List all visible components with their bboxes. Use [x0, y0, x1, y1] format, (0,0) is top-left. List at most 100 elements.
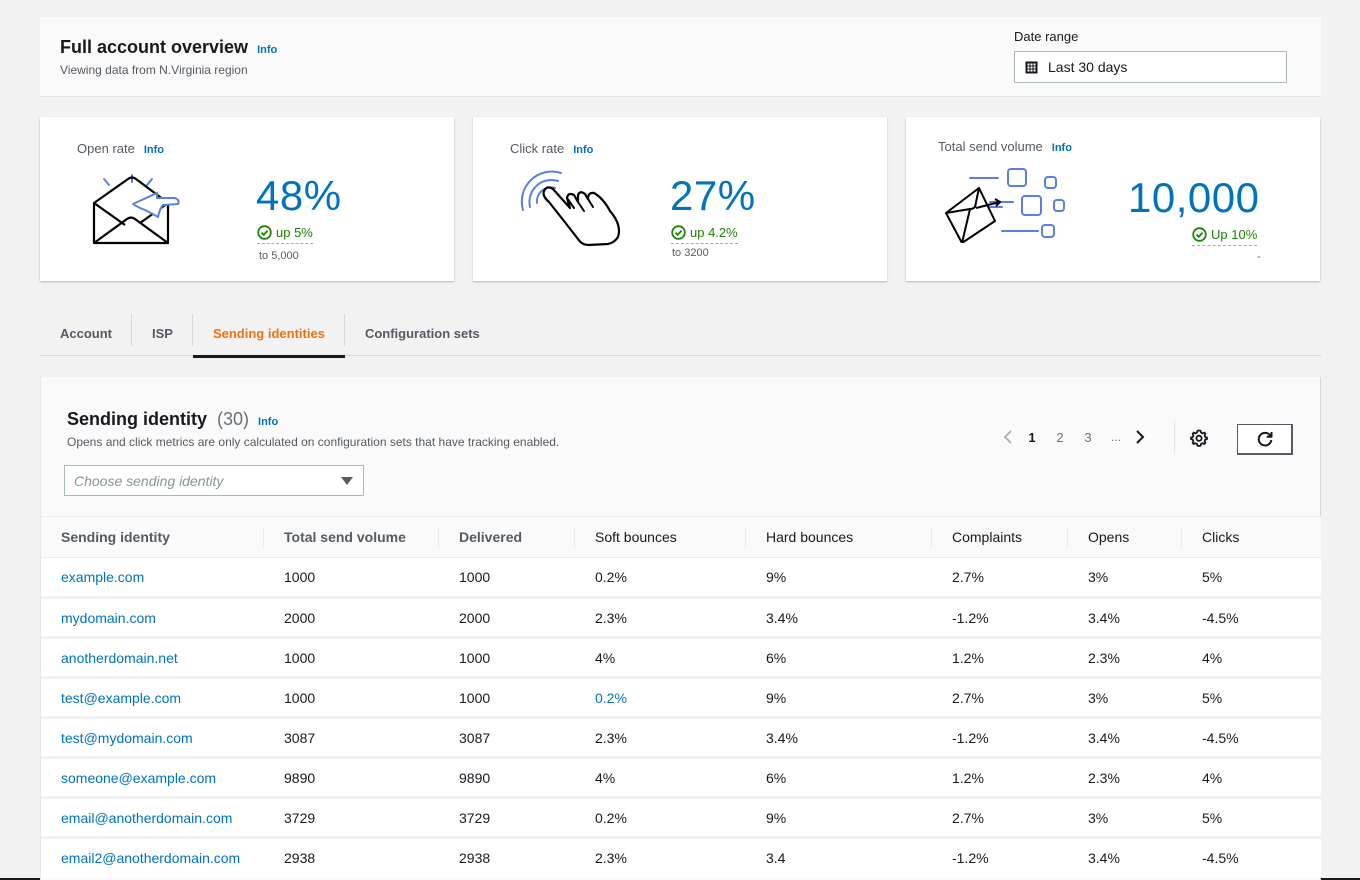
identity-link[interactable]: email2@anotherdomain.com	[41, 837, 264, 878]
panel-description: Opens and click metrics are only calcula…	[67, 435, 560, 449]
tab-bar: Account ISP Sending identities Configura…	[40, 311, 1321, 358]
panel-info-link[interactable]: Info	[258, 416, 278, 428]
page-3-button[interactable]: 3	[1074, 430, 1102, 445]
soft-bounces-cell: 0.2%	[575, 557, 746, 599]
page-title-row: Full account overview Info	[60, 37, 277, 58]
hard-bounces-cell: 6%	[746, 637, 932, 679]
gear-icon[interactable]	[1189, 428, 1209, 448]
date-range-value: Last 30 days	[1048, 59, 1128, 75]
opens-cell: 3%	[1068, 797, 1182, 839]
delivered-cell: 1000	[439, 677, 575, 719]
delivered-cell: 3729	[439, 797, 575, 839]
complaints-cell: 2.7%	[932, 557, 1068, 599]
soft-bounces-cell: 2.3%	[575, 597, 746, 639]
column-header-soft-bounces[interactable]: Soft bounces	[575, 516, 746, 558]
page-1-button[interactable]: 1	[1018, 430, 1046, 445]
hard-bounces-cell: 3.4%	[746, 597, 932, 639]
sending-identity-select[interactable]: Choose sending identity	[64, 465, 364, 496]
column-header-hard-bounces[interactable]: Hard bounces	[746, 516, 932, 558]
card-title-row: Open rate Info	[77, 141, 164, 156]
delivered-cell: 3087	[439, 717, 575, 759]
opens-cell: 3%	[1068, 677, 1182, 719]
page-2-button[interactable]: 2	[1046, 430, 1074, 445]
page-info-link[interactable]: Info	[257, 44, 277, 56]
total-send-volume-cell: 2000	[264, 597, 439, 639]
page-subtitle: Viewing data from N.Virginia region	[60, 63, 248, 77]
table-row: example.com 1000 1000 0.2% 9% 2.7% 3% 5%	[41, 557, 1321, 599]
soft-bounces-cell: 0.2%	[575, 797, 746, 839]
delivered-cell: 1000	[439, 637, 575, 679]
total-send-volume-cell: 2938	[264, 837, 439, 878]
chevron-left-icon[interactable]	[998, 427, 1018, 447]
card-title-row: Click rate Info	[510, 141, 593, 156]
complaints-cell: 1.2%	[932, 757, 1068, 799]
date-range-picker[interactable]: Last 30 days	[1014, 51, 1287, 83]
card-info-link[interactable]: Info	[573, 144, 593, 156]
delivered-cell: 2000	[439, 597, 575, 639]
pagination-ellipsis: ...	[1110, 430, 1121, 444]
toolbar-divider	[1174, 421, 1175, 453]
identity-link[interactable]: someone@example.com	[41, 757, 264, 799]
clicks-cell: 5%	[1182, 677, 1321, 719]
refresh-button[interactable]	[1237, 424, 1293, 455]
open-envelope-icon	[92, 174, 180, 245]
opens-cell: 3.4%	[1068, 837, 1182, 878]
delivered-cell: 1000	[439, 557, 575, 599]
identity-link[interactable]: anotherdomain.net	[41, 637, 264, 679]
identity-link[interactable]: test@example.com	[41, 677, 264, 719]
clicks-cell: -4.5%	[1182, 597, 1321, 639]
hand-tap-icon	[520, 170, 621, 247]
check-circle-icon	[1192, 227, 1207, 242]
opens-cell: 3%	[1068, 557, 1182, 599]
tab-configuration-sets[interactable]: Configuration sets	[345, 311, 500, 356]
check-circle-icon	[257, 225, 272, 240]
soft-bounces-cell[interactable]: 0.2%	[575, 677, 746, 719]
column-header-clicks[interactable]: Clicks	[1182, 516, 1321, 558]
sending-identity-table: Sending identity Total send volume Deliv…	[41, 516, 1321, 878]
column-header-delivered[interactable]: Delivered	[439, 516, 575, 558]
table-row: test@mydomain.com 3087 3087 2.3% 3.4% -1.2% 3.…	[41, 717, 1321, 759]
soft-bounces-cell: 4%	[575, 637, 746, 679]
table-row: anotherdomain.net 1000 1000 4% 6% 1.2% 2.3% 4%	[41, 637, 1321, 679]
column-header-complaints[interactable]: Complaints	[932, 516, 1068, 558]
soft-bounces-cell: 4%	[575, 757, 746, 799]
opens-cell: 3.4%	[1068, 597, 1182, 639]
send-volume-card: Total send volume Info 10,000 Up 10% -	[906, 117, 1320, 281]
card-info-link[interactable]: Info	[1052, 142, 1072, 154]
soft-bounces-cell: 2.3%	[575, 837, 746, 878]
total-send-volume-cell: 1000	[264, 637, 439, 679]
tab-sending-identities[interactable]: Sending identities	[192, 311, 345, 358]
click-rate-card: Click rate Info 27% up 4.2% to 3200	[473, 117, 887, 281]
tab-account[interactable]: Account	[40, 311, 132, 356]
complaints-cell: -1.2%	[932, 837, 1068, 878]
table-row: email@anotherdomain.com 3729 3729 0.2% 9% 2.7…	[41, 797, 1321, 839]
trend-text: Up 10%	[1211, 227, 1258, 242]
calendar-icon	[1025, 61, 1038, 73]
tab-isp[interactable]: ISP	[132, 311, 193, 356]
column-header-sending-identity[interactable]: Sending identity	[41, 516, 264, 558]
opens-cell: 2.3%	[1068, 637, 1182, 679]
clicks-cell: 5%	[1182, 797, 1321, 839]
card-title-row: Total send volume Info	[938, 139, 1072, 154]
complaints-cell: 2.7%	[932, 677, 1068, 719]
click-rate-value: 27%	[670, 172, 756, 219]
identity-link[interactable]: example.com	[41, 557, 264, 599]
hard-bounces-cell: 3.4	[746, 837, 932, 878]
refresh-icon	[1257, 431, 1272, 447]
identity-link[interactable]: test@mydomain.com	[41, 717, 264, 759]
panel-title: Sending identity	[67, 409, 208, 429]
total-send-volume-cell: 1000	[264, 557, 439, 599]
send-volume-trend: Up 10%	[1192, 227, 1258, 246]
identity-link[interactable]: email@anotherdomain.com	[41, 797, 264, 839]
delivered-cell: 9890	[439, 757, 575, 799]
delivered-cell: 2938	[439, 837, 575, 878]
table-header-row: Sending identity Total send volume Deliv…	[41, 516, 1321, 558]
trend-text: up 4.2%	[690, 225, 738, 240]
total-send-volume-cell: 9890	[264, 757, 439, 799]
column-header-opens[interactable]: Opens	[1068, 516, 1182, 558]
column-header-total-send-volume[interactable]: Total send volume	[264, 516, 439, 558]
card-info-link[interactable]: Info	[144, 144, 164, 156]
chevron-right-icon[interactable]	[1130, 427, 1150, 447]
identity-link[interactable]: mydomain.com	[41, 597, 264, 639]
complaints-cell: 1.2%	[932, 637, 1068, 679]
